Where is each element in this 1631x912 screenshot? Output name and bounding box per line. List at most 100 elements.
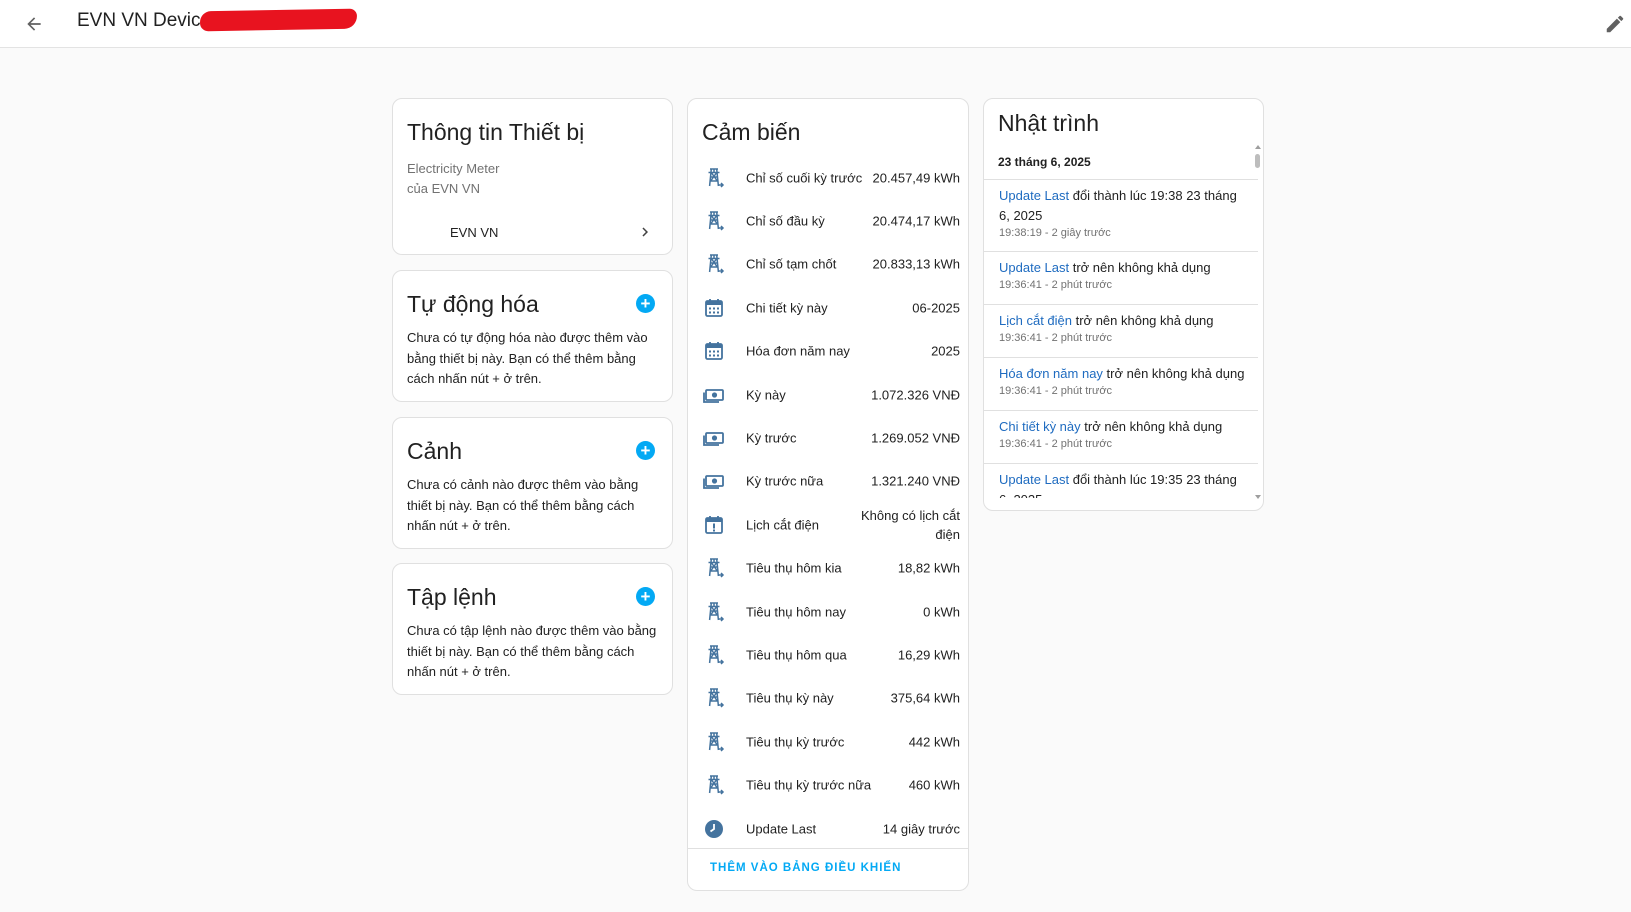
logbook-list[interactable]: Update Last đổi thành lúc 19:38 23 tháng…	[984, 180, 1258, 498]
scripts-title: Tập lệnh	[407, 584, 497, 610]
sensor-value: 1.321.240 VNĐ	[871, 473, 960, 489]
chevron-right-icon	[642, 227, 648, 237]
device-info-card: Thông tin Thiết bị Electricity Meter của…	[392, 98, 673, 255]
logbook-time: 19:36:41 - 2 phút trước	[999, 332, 1113, 344]
sensor-row[interactable]: Chỉ số cuối kỳ trước 20.457,49 kWh	[688, 156, 974, 199]
calendar-alert-icon	[705, 515, 723, 534]
sensor-label: Chỉ số đầu kỳ	[746, 213, 825, 229]
sensor-value: 1.072.326 VNĐ	[871, 387, 960, 402]
transmission-tower-icon	[708, 167, 725, 188]
scenes-title: Cảnh	[407, 438, 462, 464]
logbook-message: Hóa đơn năm nay trở nên không khả dụng	[999, 364, 1251, 384]
logbook-message-text: trở nên không khả dụng	[1069, 260, 1211, 275]
sensor-value: 460 kWh	[908, 777, 960, 793]
logbook-entry: Update Last đổi thành lúc 19:35 23 tháng…	[984, 464, 1258, 498]
logbook-entry: Lịch cắt điện trở nên không khả dụng 19:3…	[984, 305, 1258, 358]
sensor-row[interactable]: Kỳ trước 1.269.052 VNĐ	[688, 416, 974, 459]
logbook-scrollbar[interactable]	[1254, 145, 1262, 501]
sensor-label: Update Last	[746, 821, 817, 836]
redaction-mark	[199, 8, 358, 32]
sensor-row[interactable]: Tiêu thụ kỳ này 375,64 kWh	[688, 677, 974, 720]
logbook-message: Update Last trở nên không khả dụng	[999, 258, 1251, 278]
logbook-entity-link[interactable]: Chi tiết kỳ này	[999, 419, 1081, 434]
integration-link-label: EVN VN	[450, 225, 499, 240]
scripts-empty-text: Chưa có tập lệnh nào được thêm vào bằng …	[407, 623, 657, 679]
automations-title: Tự động hóa	[407, 291, 539, 317]
sensor-value: 0 kWh	[923, 604, 960, 619]
cash-icon	[703, 431, 724, 446]
logbook-message-text: trở nên không khả dụng	[1080, 419, 1223, 434]
sensor-label: Kỳ này	[746, 387, 786, 402]
logbook-date: 23 tháng 6, 2025	[998, 155, 1091, 169]
logbook-entity-link[interactable]: Update Last	[999, 260, 1069, 275]
transmission-tower-icon	[708, 645, 725, 665]
edit-button[interactable]	[1599, 8, 1631, 40]
logbook-entity-link[interactable]: Update Last	[999, 472, 1069, 487]
arrow-left-icon	[27, 17, 41, 31]
sensor-row[interactable]: Tiêu thụ kỳ trước 442 kWh	[688, 720, 974, 763]
transmission-tower-icon	[708, 211, 725, 231]
sensor-label: Tiêu thụ hôm qua	[746, 647, 847, 663]
sensor-row[interactable]: Tiêu thụ hôm nay 0 kWh	[688, 590, 974, 633]
back-button[interactable]	[18, 8, 50, 40]
card-divider	[688, 848, 968, 849]
sensors-title: Cảm biến	[702, 119, 801, 145]
sensor-value: Không có lịch cắt điện	[860, 507, 960, 542]
automations-empty-text: Chưa có tự động hóa nào được thêm vào bằ…	[407, 330, 648, 386]
sensor-row[interactable]: Kỳ này 1.072.326 VNĐ	[688, 373, 974, 416]
automations-card: Tự động hóa + Chưa có tự động hóa nào đư…	[392, 270, 673, 402]
add-script-button[interactable]: +	[636, 587, 655, 606]
logbook-entry: Update Last đổi thành lúc 19:38 23 tháng…	[984, 180, 1258, 252]
plus-icon: +	[640, 441, 651, 460]
sensor-row[interactable]: Chỉ số tạm chốt 20.833,13 kWh	[688, 243, 974, 286]
logbook-title: Nhật trình	[998, 110, 1099, 136]
sensor-value: 20.474,17 kWh	[872, 213, 960, 229]
transmission-tower-icon	[708, 558, 725, 578]
integration-link-row[interactable]: EVN VN	[393, 215, 674, 249]
logbook-message-text: trở nên không khả dụng	[1102, 366, 1245, 381]
logbook-entry: Chi tiết kỳ này trở nên không khả dụng 19…	[984, 411, 1258, 464]
scroll-thumb[interactable]	[1255, 154, 1260, 168]
sensor-label: Chi tiết kỳ này	[746, 300, 828, 316]
sensor-row[interactable]: Hóa đơn năm nay 2025	[688, 330, 974, 373]
sensor-row[interactable]: Tiêu thụ hôm kia 18,82 kWh	[688, 547, 974, 590]
sensor-value: 1.269.052 VNĐ	[871, 430, 960, 446]
sensor-value: 20.457,49 kWh	[872, 170, 960, 185]
sensor-value: 20.833,13 kWh	[872, 256, 960, 272]
logbook-entity-link[interactable]: Hóa đơn năm nay	[999, 366, 1103, 381]
logbook-entity-link[interactable]: Update Last	[999, 188, 1069, 203]
sensor-row[interactable]: Update Last 14 giây trước	[688, 807, 974, 850]
calendar-icon	[705, 298, 723, 317]
cash-icon	[703, 475, 724, 490]
sensor-row[interactable]: Chỉ số đầu kỳ 20.474,17 kWh	[688, 199, 974, 242]
logbook-message: Lịch cắt điện trở nên không khả dụng	[999, 311, 1251, 331]
sensors-card: Cảm biến Chỉ số cuối kỳ trước 20.457,49 k…	[687, 98, 969, 891]
sensor-row[interactable]: Kỳ trước nữa 1.321.240 VNĐ	[688, 460, 974, 503]
sensor-row[interactable]: Chi tiết kỳ này 06-2025	[688, 286, 974, 329]
sensor-value: 375,64 kWh	[890, 690, 960, 706]
add-to-dashboard-button[interactable]: THÊM VÀO BẢNG ĐIỀU KHIỂN	[710, 862, 901, 874]
sensor-label: Tiêu thụ kỳ trước	[746, 734, 845, 750]
cash-icon	[703, 388, 724, 403]
logbook-entity-link[interactable]: Lịch cắt điện	[999, 313, 1072, 328]
scroll-up-arrow[interactable]	[1255, 145, 1261, 149]
add-scene-button[interactable]: +	[636, 441, 655, 460]
logbook-time: 19:36:41 - 2 phút trước	[999, 385, 1113, 397]
sensor-row[interactable]: Tiêu thụ hôm qua 16,29 kWh	[688, 633, 974, 676]
sensor-value: 2025	[931, 343, 960, 359]
logbook-entry: Update Last trở nên không khả dụng 19:36:…	[984, 252, 1258, 305]
sensor-value: 18,82 kWh	[897, 560, 960, 576]
pencil-icon	[1606, 15, 1624, 33]
sensor-value: 16,29 kWh	[897, 647, 960, 663]
sensor-label: Lịch cắt điện	[746, 517, 819, 533]
sensor-row[interactable]: Lịch cắt điện Không có lịch cắt điện	[688, 503, 974, 546]
logbook-entry: Hóa đơn năm nay trở nên không khả dụng 19…	[984, 358, 1258, 411]
logbook-message-text: trở nên không khả dụng	[1072, 313, 1214, 328]
add-automation-button[interactable]: +	[636, 294, 655, 313]
device-info-title: Thông tin Thiết bị	[407, 119, 585, 145]
sensor-row[interactable]: Tiêu thụ kỳ trước nữa 460 kWh	[688, 764, 974, 807]
sensor-label: Tiêu thụ kỳ trước nữa	[746, 777, 872, 793]
sensor-label: Hóa đơn năm nay	[746, 343, 850, 359]
scroll-down-arrow[interactable]	[1255, 495, 1261, 499]
device-model: Electricity Meter	[407, 161, 500, 176]
